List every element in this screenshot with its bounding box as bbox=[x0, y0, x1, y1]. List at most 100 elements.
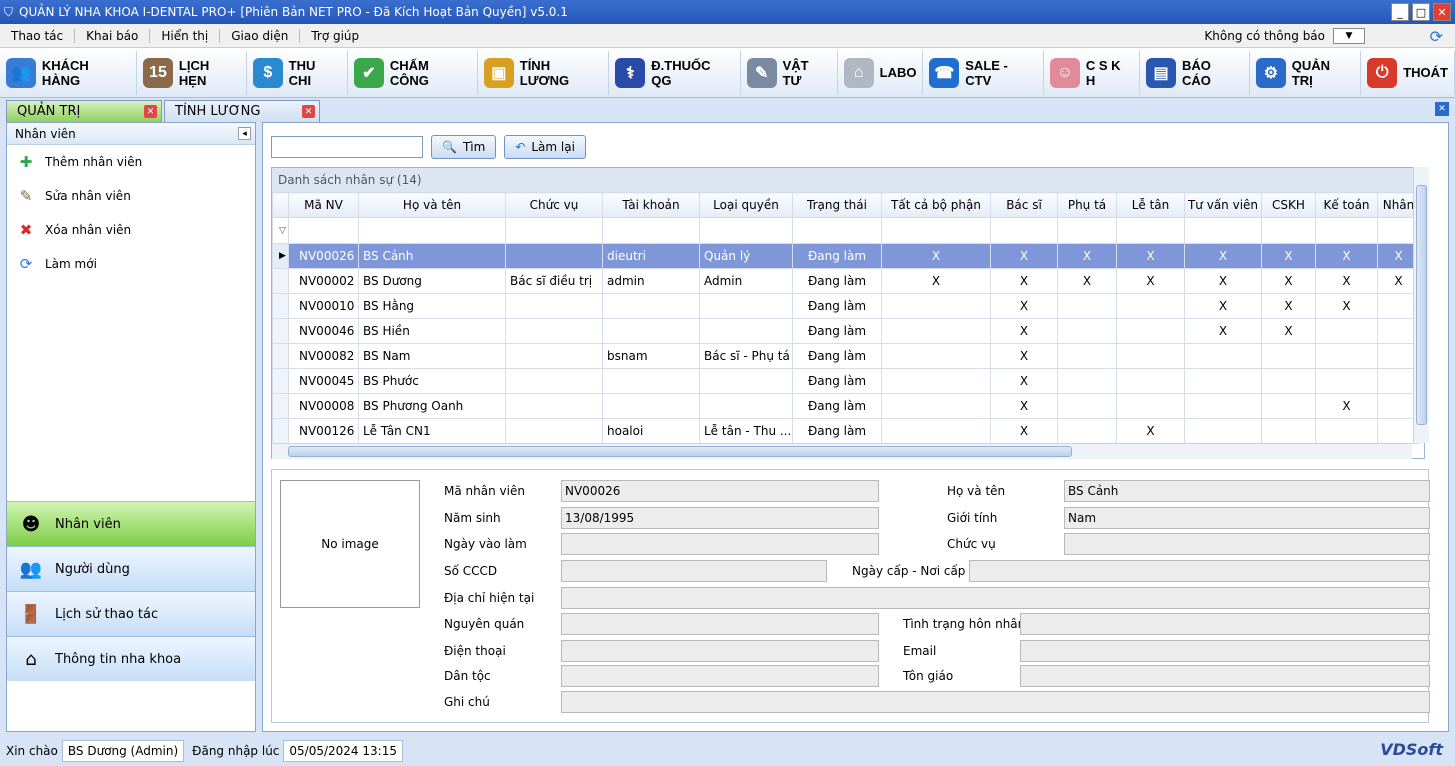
table-cell[interactable] bbox=[1184, 368, 1262, 394]
field-cccd[interactable] bbox=[561, 560, 827, 582]
table-cell[interactable]: X bbox=[1315, 268, 1378, 294]
filter-cell[interactable] bbox=[881, 217, 991, 244]
staff-photo[interactable]: No image bbox=[280, 480, 420, 608]
filter-cell[interactable] bbox=[792, 217, 882, 244]
toolbar-button-shield-check[interactable]: ✔ CHẤM CÔNG bbox=[348, 50, 478, 95]
table-cell[interactable]: Bác sĩ điều trị bbox=[505, 268, 603, 294]
table-cell[interactable]: X bbox=[1057, 268, 1117, 294]
vertical-scrollbar[interactable] bbox=[1413, 167, 1429, 443]
toolbar-button-tools[interactable]: ✎ VẬT TƯ bbox=[741, 50, 838, 95]
toolbar-button-report-chart[interactable]: ▤ BÁO CÁO bbox=[1140, 50, 1250, 95]
nav-item-users[interactable]: 👥 Người dùng bbox=[7, 546, 255, 591]
filter-cell[interactable] bbox=[699, 217, 793, 244]
row-indicator[interactable] bbox=[272, 393, 289, 419]
table-cell[interactable]: Admin bbox=[699, 268, 793, 294]
table-cell[interactable] bbox=[505, 368, 603, 394]
table-cell[interactable] bbox=[1315, 418, 1378, 444]
table-row[interactable]: NV00010 BS Hằng Đang làm X X X X bbox=[272, 293, 1420, 319]
table-cell[interactable]: NV00126 bbox=[288, 418, 359, 444]
table-cell[interactable] bbox=[505, 418, 603, 444]
table-cell[interactable]: Bác sĩ - Phụ tá bbox=[699, 343, 793, 369]
table-cell[interactable]: X bbox=[990, 243, 1058, 269]
close-tab-icon[interactable]: ✕ bbox=[144, 105, 157, 118]
menu-thao-tac[interactable]: Thao tác bbox=[0, 28, 76, 43]
table-cell[interactable] bbox=[1057, 293, 1117, 319]
row-indicator[interactable] bbox=[272, 418, 289, 444]
field-ho-ten[interactable]: BS Cảnh bbox=[1064, 480, 1430, 502]
column-header[interactable]: CSKH bbox=[1261, 192, 1316, 218]
table-cell[interactable] bbox=[881, 318, 991, 344]
table-cell[interactable] bbox=[1057, 393, 1117, 419]
filter-cell[interactable] bbox=[288, 217, 359, 244]
table-cell[interactable]: NV00010 bbox=[288, 293, 359, 319]
toolbar-button-wallet[interactable]: ▣ TÍNH LƯƠNG bbox=[478, 50, 610, 95]
table-cell[interactable]: NV00026 bbox=[288, 243, 359, 269]
menu-tro-giup[interactable]: Trợ giúp bbox=[300, 29, 370, 43]
table-cell[interactable]: X bbox=[1116, 268, 1185, 294]
table-cell[interactable] bbox=[1116, 368, 1185, 394]
table-cell[interactable]: X bbox=[990, 268, 1058, 294]
minimize-button[interactable]: _ bbox=[1391, 3, 1409, 21]
action-refresh[interactable]: ⟳ Làm mới bbox=[7, 247, 255, 281]
nav-item-doctor[interactable]: ☻ Nhân viên bbox=[7, 501, 255, 546]
table-cell[interactable] bbox=[881, 393, 991, 419]
row-indicator[interactable]: ▶ bbox=[272, 243, 289, 269]
table-cell[interactable] bbox=[699, 393, 793, 419]
action-delete[interactable]: ✖ Xóa nhân viên bbox=[7, 213, 255, 247]
maximize-button[interactable]: □ bbox=[1412, 3, 1430, 21]
table-cell[interactable]: BS Cảnh bbox=[358, 243, 506, 269]
table-cell[interactable] bbox=[505, 343, 603, 369]
table-cell[interactable]: NV00082 bbox=[288, 343, 359, 369]
column-header[interactable]: Tất cả bộ phận bbox=[881, 192, 991, 218]
table-cell[interactable]: X bbox=[1116, 418, 1185, 444]
table-cell[interactable]: Đang làm bbox=[792, 393, 882, 419]
filter-cell[interactable] bbox=[505, 217, 603, 244]
field-dan-toc[interactable] bbox=[561, 665, 879, 687]
filter-row[interactable]: ▽ bbox=[272, 217, 1420, 244]
table-cell[interactable]: BS Phương Oanh bbox=[358, 393, 506, 419]
field-ton-giao[interactable] bbox=[1020, 665, 1430, 687]
nav-item-clinic-home[interactable]: ⌂ Thông tin nha khoa bbox=[7, 636, 255, 681]
action-add[interactable]: ✚ Thêm nhân viên bbox=[7, 145, 255, 179]
column-header[interactable]: Họ và tên bbox=[358, 192, 506, 218]
table-cell[interactable] bbox=[1184, 343, 1262, 369]
toolbar-button-customers[interactable]: 👥 KHÁCH HÀNG bbox=[0, 50, 138, 95]
table-cell[interactable]: X bbox=[990, 318, 1058, 344]
field-nam-sinh[interactable]: 13/08/1995 bbox=[561, 507, 879, 529]
table-cell[interactable]: admin bbox=[602, 268, 700, 294]
table-cell[interactable]: BS Dương bbox=[358, 268, 506, 294]
table-cell[interactable] bbox=[1057, 318, 1117, 344]
toolbar-button-medicine[interactable]: ⚕ Đ.THUỐC QG bbox=[609, 50, 741, 95]
field-nguyen-quan[interactable] bbox=[561, 613, 879, 635]
field-hon-nhan[interactable] bbox=[1020, 613, 1430, 635]
table-cell[interactable]: bsnam bbox=[602, 343, 700, 369]
table-cell[interactable]: X bbox=[990, 293, 1058, 319]
table-cell[interactable]: X bbox=[990, 368, 1058, 394]
table-cell[interactable] bbox=[505, 393, 603, 419]
table-cell[interactable] bbox=[881, 418, 991, 444]
table-cell[interactable]: BS Phước bbox=[358, 368, 506, 394]
field-ngay-vao-lam[interactable] bbox=[561, 533, 879, 555]
table-cell[interactable]: X bbox=[1261, 318, 1316, 344]
table-cell[interactable]: X bbox=[881, 243, 991, 269]
filter-cell[interactable] bbox=[990, 217, 1058, 244]
table-cell[interactable]: Đang làm bbox=[792, 368, 882, 394]
column-header[interactable]: Chức vụ bbox=[505, 192, 603, 218]
table-cell[interactable]: Lễ Tân CN1 bbox=[358, 418, 506, 444]
table-cell[interactable] bbox=[602, 318, 700, 344]
table-cell[interactable] bbox=[1261, 368, 1316, 394]
table-cell[interactable]: NV00008 bbox=[288, 393, 359, 419]
column-header[interactable]: Phụ tá bbox=[1057, 192, 1117, 218]
table-cell[interactable] bbox=[1315, 368, 1378, 394]
table-cell[interactable] bbox=[1116, 393, 1185, 419]
table-cell[interactable]: Đang làm bbox=[792, 268, 882, 294]
column-header[interactable]: Trạng thái bbox=[792, 192, 882, 218]
table-cell[interactable]: X bbox=[1116, 243, 1185, 269]
table-cell[interactable]: X bbox=[990, 393, 1058, 419]
table-cell[interactable] bbox=[699, 368, 793, 394]
column-header[interactable]: Lễ tân bbox=[1116, 192, 1185, 218]
table-cell[interactable]: X bbox=[1184, 243, 1262, 269]
table-cell[interactable]: hoaloi bbox=[602, 418, 700, 444]
table-cell[interactable] bbox=[1315, 343, 1378, 369]
field-ngay-cap[interactable] bbox=[969, 560, 1430, 582]
